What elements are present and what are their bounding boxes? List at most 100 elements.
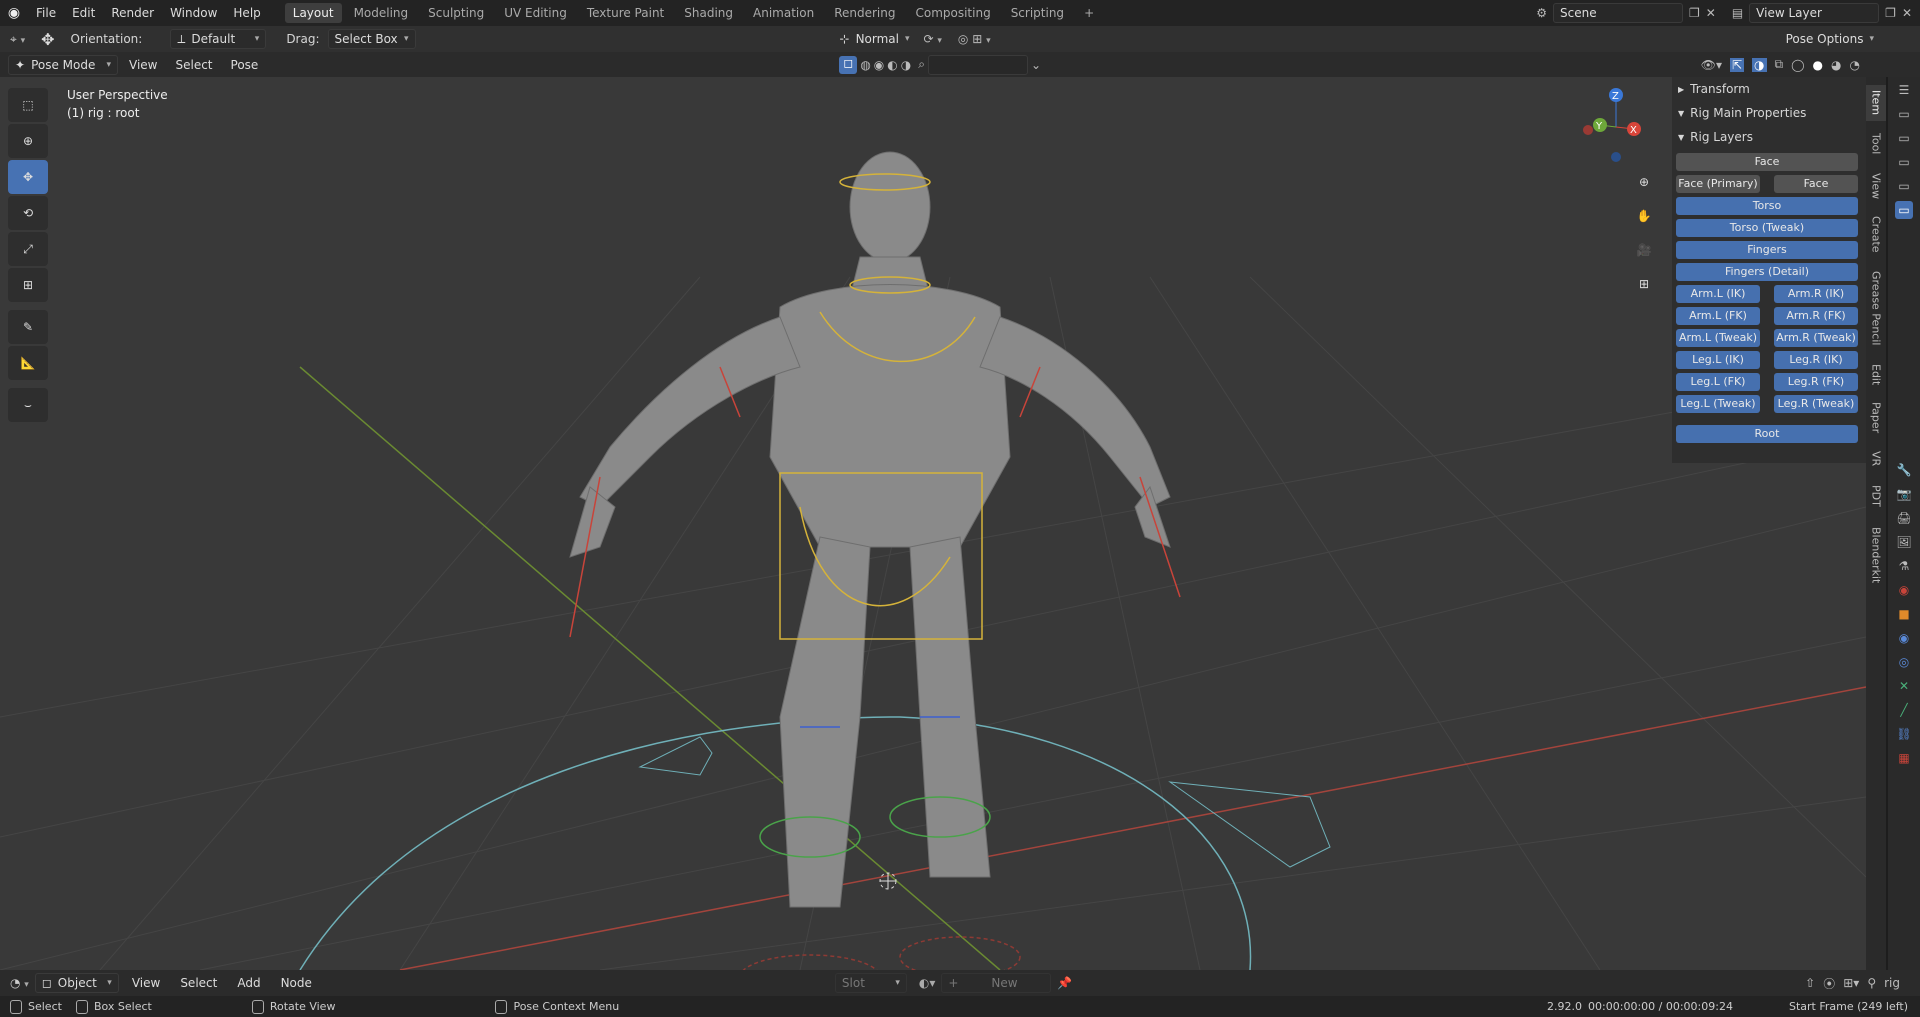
pin-icon[interactable]: 📌 [1057, 976, 1072, 990]
tab-animation[interactable]: Animation [745, 3, 822, 23]
parent-icon[interactable]: ⇧ [1805, 976, 1815, 990]
grid-icon[interactable]: ⊞▾ [1843, 976, 1859, 990]
scene-properties-icon[interactable]: ⚗ [1895, 557, 1913, 575]
slot-dropdown[interactable]: Slot ▾ [834, 973, 907, 993]
menu-node[interactable]: Node [274, 976, 319, 990]
physics-properties-icon[interactable]: ◎ [1895, 653, 1913, 671]
menu-pose[interactable]: Pose [224, 58, 266, 72]
gizmo-icon[interactable]: ⇱ [1729, 57, 1745, 72]
pan-hand-icon[interactable]: ✋ [1632, 204, 1656, 228]
layer-torso-button[interactable]: Torso [1676, 197, 1858, 215]
pose-options-dropdown[interactable]: Pose Options ▾ [1780, 29, 1880, 49]
tab-tool[interactable]: Tool [1866, 127, 1886, 161]
menu-edit[interactable]: Edit [64, 0, 103, 26]
add-workspace-plus-icon[interactable]: + [1076, 3, 1102, 23]
tab-pdt[interactable]: PDT [1866, 479, 1886, 513]
world-properties-icon[interactable]: ◉ [1895, 581, 1913, 599]
object-dropdown[interactable]: ◻ Object ▾ [34, 973, 119, 993]
tab-shading[interactable]: Shading [676, 3, 741, 23]
layer-face-primary-button[interactable]: Face (Primary) [1676, 175, 1760, 193]
new-view-layer-icon[interactable]: ❐ [1885, 6, 1896, 20]
menu-select[interactable]: Select [173, 976, 224, 990]
annotate-tool-icon[interactable]: ✎ [8, 310, 48, 344]
layer-leg-l-ik-button[interactable]: Leg.L (IK) [1676, 351, 1760, 369]
blender-logo-icon[interactable]: ◉ [0, 5, 28, 21]
tab-item[interactable]: Item [1866, 85, 1886, 121]
render-properties-icon[interactable]: 📷 [1895, 485, 1913, 503]
snap-node-icon[interactable]: ⦿ [1823, 975, 1835, 992]
pose-tool-icon[interactable]: ⌣ [8, 388, 48, 422]
measure-tool-icon[interactable]: 📐 [8, 346, 48, 380]
scene-field[interactable]: Scene [1553, 3, 1683, 23]
new-material-button[interactable]: + New [941, 973, 1052, 993]
layer-arm-l-tweak-button[interactable]: Arm.L (Tweak) [1676, 329, 1760, 347]
editor-type-icon[interactable]: ⌖ ▾ [10, 32, 25, 47]
menu-file[interactable]: File [28, 0, 64, 26]
drag-dropdown[interactable]: Select Box ▾ [327, 29, 416, 49]
layer-leg-r-ik-button[interactable]: Leg.R (IK) [1774, 351, 1858, 369]
menu-window[interactable]: Window [162, 0, 225, 26]
bone-properties-icon[interactable]: ╱ [1895, 701, 1913, 719]
select-box-tool-icon[interactable]: ⬚ [8, 88, 48, 122]
transform-tool-icon[interactable]: ⊞ [8, 268, 48, 302]
tab-compositing[interactable]: Compositing [907, 3, 998, 23]
tab-texture-paint[interactable]: Texture Paint [579, 3, 672, 23]
tab-view[interactable]: View [1866, 167, 1886, 205]
overlays-icon[interactable]: ◑ [1752, 57, 1767, 72]
proportional-edit-icon[interactable]: ◎ ⊞ ▾ [958, 32, 991, 46]
layer-fingers-detail-button[interactable]: Fingers (Detail) [1676, 263, 1858, 281]
object-properties-icon[interactable]: ■ [1895, 605, 1913, 623]
scale-tool-icon[interactable]: ⤢ [8, 232, 48, 266]
view-layer-icon[interactable]: ▤ [1732, 6, 1743, 20]
layer-arm-l-ik-button[interactable]: Arm.L (IK) [1676, 285, 1760, 303]
outliner-icon[interactable]: ☰ [1895, 81, 1913, 99]
rendered-icon[interactable]: ◔ [1850, 58, 1860, 72]
material-ball-icon[interactable]: ◐▾ [919, 976, 936, 990]
menu-render[interactable]: Render [103, 0, 162, 26]
ortho-grid-icon[interactable]: ⊞ [1632, 272, 1656, 296]
layer-arm-r-tweak-button[interactable]: Arm.R (Tweak) [1774, 329, 1858, 347]
tab-uv-editing[interactable]: UV Editing [496, 3, 575, 23]
tab-create[interactable]: Create [1866, 211, 1886, 257]
layer-leg-l-tweak-button[interactable]: Leg.L (Tweak) [1676, 395, 1760, 413]
active-object-icon[interactable]: ▭ [1895, 201, 1913, 219]
layer-face-secondary-button[interactable]: Face (Seconda... [1774, 175, 1858, 208]
tab-edit[interactable]: Edit [1866, 359, 1886, 391]
menu-view[interactable]: View [122, 58, 164, 72]
collection-icon[interactable]: ▭ [1895, 129, 1913, 147]
layer-fingers-button[interactable]: Fingers [1676, 241, 1858, 259]
layer-arm-l-fk-button[interactable]: Arm.L (FK) [1676, 307, 1760, 325]
collection-icon[interactable]: ▭ [1895, 105, 1913, 123]
delete-view-layer-icon[interactable]: ✕ [1902, 6, 1912, 20]
delete-scene-icon[interactable]: ✕ [1706, 6, 1716, 20]
rotate-tool-icon[interactable]: ⟲ [8, 196, 48, 230]
tab-modeling[interactable]: Modeling [346, 3, 417, 23]
xray-icon[interactable]: ⧉ [1775, 57, 1784, 72]
bone-constraint-icon[interactable]: ⛓ [1895, 725, 1913, 743]
modifier-properties-icon[interactable]: ◉ [1895, 629, 1913, 647]
move-tool-icon[interactable]: ✥ [8, 160, 48, 194]
layer-leg-r-fk-button[interactable]: Leg.R (FK) [1774, 373, 1858, 391]
output-properties-icon[interactable]: 🖨 [1895, 509, 1913, 527]
solid-mode-icon[interactable]: ◻ [839, 55, 858, 74]
texture-properties-icon[interactable]: ▦ [1895, 749, 1913, 767]
editor-type-icon[interactable]: ◔ ▾ [10, 976, 29, 990]
render-icon[interactable]: ◉ [874, 58, 884, 72]
layer-torso-tweak-button[interactable]: Torso (Tweak) [1676, 219, 1858, 237]
transform-pivot-dropdown[interactable]: ⊹ Normal ▾ [834, 29, 916, 49]
mode-dropdown[interactable]: ✦ Pose Mode ▾ [8, 54, 118, 75]
tab-layout[interactable]: Layout [284, 3, 342, 23]
material-icon[interactable]: ◍ [860, 58, 870, 72]
tab-blenderkit[interactable]: Blenderkit [1866, 519, 1886, 591]
3d-viewport[interactable]: Z X Y [0, 77, 1866, 970]
camera-icon[interactable]: 🎥 [1632, 238, 1656, 262]
layer-leg-r-tweak-button[interactable]: Leg.R (Tweak) [1774, 395, 1858, 413]
layer-face-button[interactable]: Face [1676, 153, 1858, 171]
view-layer-properties-icon[interactable]: 🖼 [1895, 533, 1913, 551]
menu-view[interactable]: View [125, 976, 167, 990]
tab-sculpting[interactable]: Sculpting [420, 3, 492, 23]
scene-icon[interactable]: ⚙ [1536, 6, 1547, 20]
armature-properties-icon[interactable]: ✕ [1895, 677, 1913, 695]
menu-add[interactable]: Add [230, 976, 267, 990]
texture-icon[interactable]: ◐ [887, 58, 897, 72]
